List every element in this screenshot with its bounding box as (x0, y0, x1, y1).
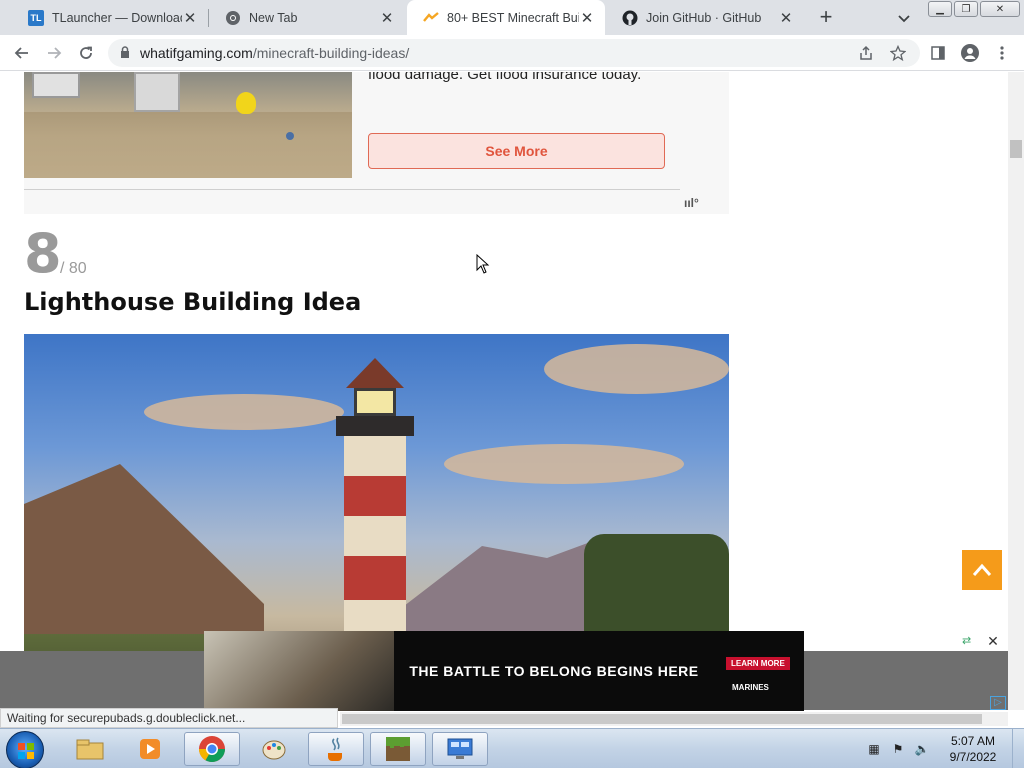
rank-number: 8 (24, 222, 62, 285)
action-center-flag-icon[interactable]: ⚑ (890, 741, 906, 757)
tab-github[interactable]: Join GitHub · GitHub ✕ (606, 0, 804, 35)
insurer-logo-icon (286, 132, 294, 140)
rank-total: / 80 (60, 260, 87, 277)
lighthouse-band (344, 556, 406, 600)
lighthouse-roof (346, 358, 404, 388)
share-icon[interactable] (854, 39, 878, 67)
vertical-scrollbar[interactable] (1008, 72, 1024, 710)
volume-icon[interactable]: 🔈 (914, 741, 930, 757)
system-clock[interactable]: 5:07 AM 9/7/2022 (940, 733, 1006, 765)
windows-logo-icon (18, 743, 34, 759)
lighthouse-band (344, 436, 406, 476)
tab-tlauncher[interactable]: TL TLauncher — Download Minecraft ✕ (12, 0, 208, 35)
explorer-icon[interactable] (62, 732, 118, 766)
java-icon[interactable] (308, 732, 364, 766)
windows-taskbar: ▦ ⚑ 🔈 5:07 AM 9/7/2022 (0, 728, 1024, 768)
cloud-shape (544, 344, 729, 394)
section-title: Lighthouse Building Idea (24, 288, 362, 316)
paint-icon[interactable] (246, 732, 302, 766)
bookmark-star-icon[interactable] (886, 39, 910, 67)
lighthouse-lamp (354, 388, 396, 416)
adchoices-icon[interactable]: ⇄ (962, 634, 976, 648)
appliance-shape (32, 72, 80, 98)
chrome-icon (225, 10, 241, 26)
close-ad-icon[interactable]: ✕ (986, 634, 1000, 648)
scroll-to-top-button[interactable] (962, 550, 1002, 590)
media-player-icon[interactable] (122, 732, 178, 766)
vertical-scroll-thumb[interactable] (1010, 140, 1022, 158)
tab-title: TLauncher — Download Minecraft (52, 10, 182, 25)
appliance-shape (134, 72, 180, 112)
address-bar[interactable]: whatifgaming.com/minecraft-building-idea… (108, 39, 920, 67)
tab-search-chevron-icon[interactable] (894, 8, 914, 28)
lighthouse-band (344, 516, 406, 556)
chevron-up-icon (972, 563, 992, 576)
clock-date: 9/7/2022 (949, 750, 997, 764)
profile-avatar-icon[interactable] (958, 41, 982, 65)
learn-more-button[interactable]: LEARN MORE (726, 657, 790, 670)
new-tab-plus-icon[interactable]: + (814, 6, 838, 30)
ad-body-text: flood damage. Get flood insurance today. (368, 72, 642, 83)
window-controls: ▁ ❐ ✕ (928, 1, 1020, 17)
mouse-cursor-icon (476, 254, 490, 274)
window-close-icon[interactable]: ✕ (980, 1, 1020, 17)
page-viewport: flood damage. Get flood insurance today.… (0, 72, 1008, 710)
rubber-duck-shape (236, 92, 256, 114)
close-icon[interactable]: ✕ (579, 10, 595, 27)
network-icon[interactable]: ▦ (866, 741, 882, 757)
minimize-icon[interactable]: ▁ (928, 1, 952, 17)
url-path: /minecraft-building-ideas/ (252, 45, 410, 61)
browser-toolbar: whatifgaming.com/minecraft-building-idea… (0, 35, 1024, 71)
cloud-shape (144, 394, 344, 430)
tab-minecraft-ideas[interactable]: 80+ BEST Minecraft Building Ideas ✕ (407, 0, 605, 35)
marines-banner-ad[interactable]: THE BATTLE TO BELONG BEGINS HERE LEARN M… (204, 631, 804, 711)
minecraft-icon[interactable] (370, 732, 426, 766)
side-panel-icon[interactable] (926, 41, 950, 65)
clock-time: 5:07 AM (950, 734, 996, 748)
tab-strip: TL TLauncher — Download Minecraft ✕ New … (0, 0, 1024, 35)
reload-icon[interactable] (74, 41, 98, 65)
flood-water (24, 112, 352, 178)
lighthouse-deck (336, 416, 414, 436)
restore-icon[interactable]: ❐ (954, 1, 978, 17)
marines-logo: MARINES (732, 683, 769, 692)
tab-title: Join GitHub · GitHub (646, 10, 762, 25)
whatifgaming-icon (423, 10, 439, 26)
trees-shape (584, 534, 729, 644)
close-icon[interactable]: ✕ (379, 10, 395, 27)
start-button[interactable] (6, 731, 44, 768)
soldiers-photo (204, 631, 394, 711)
ad-headline: THE BATTLE TO BELONG BEGINS HERE (409, 663, 699, 679)
control-panel-icon[interactable] (432, 732, 488, 766)
tab-new-tab[interactable]: New Tab ✕ (209, 0, 405, 35)
url-host: whatifgaming.com (140, 45, 253, 61)
cloud-shape (444, 444, 684, 484)
close-icon[interactable]: ✕ (778, 10, 794, 27)
close-icon[interactable]: ✕ (182, 10, 198, 27)
back-arrow-icon[interactable] (10, 41, 34, 65)
ad-network-logo-icon[interactable]: ııl° (684, 196, 699, 210)
horizontal-scroll-thumb[interactable] (342, 714, 982, 724)
chrome-icon[interactable] (184, 732, 240, 766)
show-desktop-button[interactable] (1012, 729, 1024, 768)
ad-divider (24, 189, 680, 190)
forward-arrow-icon[interactable] (42, 41, 66, 65)
tab-title: New Tab (249, 10, 298, 25)
lighthouse-band (344, 476, 406, 516)
lock-icon[interactable] (120, 45, 130, 61)
flood-ad-image[interactable] (24, 72, 352, 178)
adchoices-triangle-icon[interactable]: ▷ (990, 696, 1006, 710)
github-icon (622, 10, 638, 26)
tab-title: 80+ BEST Minecraft Building Ideas (447, 10, 579, 25)
tlauncher-icon: TL (28, 9, 44, 26)
see-more-button[interactable]: See More (368, 133, 665, 169)
kebab-menu-icon[interactable] (990, 41, 1014, 65)
status-bubble: Waiting for securepubads.g.doubleclick.n… (0, 708, 338, 728)
